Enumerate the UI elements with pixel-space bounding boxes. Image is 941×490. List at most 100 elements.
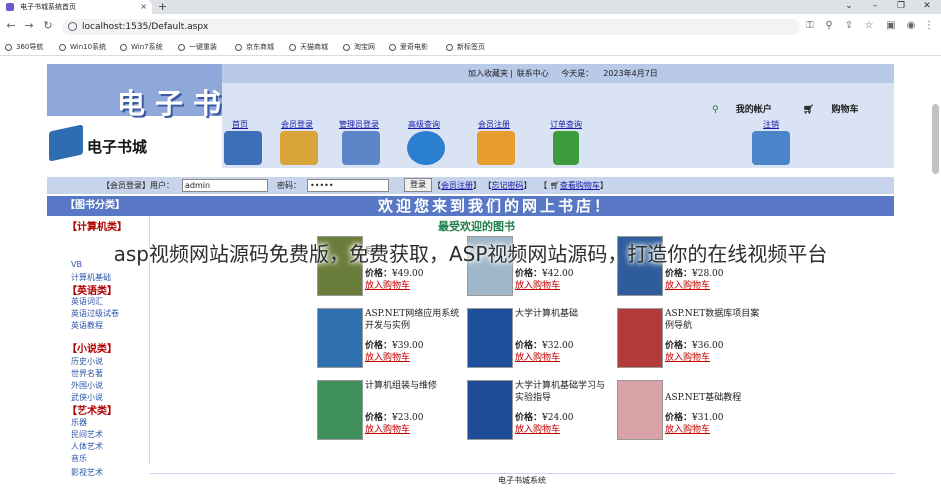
register-link[interactable]: 会员注册 [441,181,473,190]
profile-icon[interactable]: ◉ [904,19,918,33]
nav-register-link[interactable]: 会员注册 [478,119,510,130]
bookmark-item[interactable]: Win10系统 [59,42,106,53]
nav-home-link[interactable]: 首页 [232,119,248,130]
menu-icon[interactable]: ⋮ [922,19,936,33]
nav-logout-link[interactable]: 注销 [763,119,779,130]
order-books-icon[interactable] [553,131,579,165]
logout-icon[interactable] [752,131,790,165]
member-login-icon[interactable] [280,131,318,165]
bookmark-item[interactable]: 天猫商城 [289,42,328,53]
date-value: 2023年4月7日 [603,69,658,78]
account-link[interactable]: ⚲ 我的帐户 [712,105,786,115]
globe-icon [59,44,66,51]
minimize-button[interactable]: – [862,0,888,14]
category-item[interactable]: 影视艺术 [71,467,103,478]
bookmark-item[interactable]: Win7系统 [120,42,163,53]
book-title[interactable]: ASP.NET基础教程 [665,392,761,404]
category-item[interactable]: 乐器 [71,417,87,428]
category-item[interactable]: 英语教程 [71,320,103,331]
globe-icon [235,44,242,51]
home-icon[interactable] [224,131,262,165]
book-cover[interactable] [317,380,363,440]
search-globe-icon[interactable] [407,131,445,165]
category-item[interactable]: 外国小说 [71,380,103,391]
forward-button[interactable]: → [21,18,37,34]
share-icon[interactable]: ⇪ [842,19,856,33]
book-cover[interactable] [617,308,663,368]
book-title[interactable]: ASP.NET数据库项目案例导航 [665,308,761,332]
contact-link[interactable]: 联系中心 [517,69,549,78]
book-cover[interactable] [467,380,513,440]
register-icon[interactable] [477,131,515,165]
category-item[interactable]: 民间艺术 [71,429,103,440]
category-title[interactable]: 【艺术类】 [67,402,117,417]
category-item[interactable]: 人体艺术 [71,441,103,452]
forgot-password-link[interactable]: 忘记密码 [492,181,524,190]
category-item[interactable]: 世界名著 [71,368,103,379]
side-panel-icon[interactable]: ▣ [884,19,898,33]
bookmark-item[interactable]: 新标签页 [446,42,485,53]
category-title[interactable]: 【英语类】 [67,282,117,297]
login-button[interactable]: 登录 [404,178,432,192]
bookmark-item[interactable]: 京东商城 [235,42,274,53]
add-to-cart-link[interactable]: 放入购物车 [365,278,410,291]
site-logo[interactable]: 电子书城 [47,124,172,164]
scrollbar-thumb[interactable] [932,104,939,174]
new-tab-button[interactable]: + [158,0,167,13]
close-window-button[interactable]: ✕ [914,0,940,14]
bookmark-item[interactable]: 淘宝网 [343,42,375,53]
login-label: 【会员登录】用户： [102,181,174,190]
maximize-button[interactable]: ❐ [888,0,914,14]
header-left: 电子书城 电子书城 [47,64,259,168]
add-to-cart-link[interactable]: 放入购物车 [515,422,560,435]
add-to-cart-link[interactable]: 放入购物车 [665,422,710,435]
category-item[interactable]: 历史小说 [71,356,103,367]
cart-link[interactable]: 🛒︎ 购物车 [803,105,873,115]
tab-title: 电子书城系统首页 [20,3,76,11]
bookmark-item[interactable]: 360导航 [5,42,43,53]
book-title[interactable]: 大学计算机基础 [515,308,611,320]
site-info-icon[interactable] [68,22,77,31]
add-to-cart-link[interactable]: 放入购物车 [665,278,710,291]
category-title[interactable]: 【计算机类】 [67,218,127,233]
book-title[interactable]: 大学计算机基础学习与实验指导 [515,380,611,404]
username-input[interactable]: admin [182,179,268,192]
book-title[interactable]: ASP.NET网络应用系统开发与实例 [365,308,461,332]
add-to-cart-link[interactable]: 放入购物车 [515,350,560,363]
tab-active[interactable]: 电子书城系统首页 × [0,0,152,14]
book-cover[interactable] [467,308,513,368]
add-to-cart-link[interactable]: 放入购物车 [515,278,560,291]
add-to-cart-link[interactable]: 放入购物车 [365,422,410,435]
category-item[interactable]: 音乐 [71,453,87,464]
category-title[interactable]: 【小说类】 [67,340,117,355]
bookmark-item[interactable]: 爱奇电影 [389,42,428,53]
site-footer: 电子书城系统 [150,473,894,486]
nav-admin-login-link[interactable]: 管理员登录 [339,119,379,130]
book-cover[interactable] [317,308,363,368]
password-input[interactable]: ••••• [307,179,389,192]
nav-advanced-search-link[interactable]: 高级查询 [408,119,440,130]
browser-toolbar: ← → ↻ localhost:1535/Default.aspx ⚿ ⚲ ⇪ … [0,14,941,39]
book-title[interactable]: 计算机组装与维修 [365,380,461,392]
zoom-icon[interactable]: ⚲ [822,19,836,33]
nav-member-login-link[interactable]: 会员登录 [281,119,313,130]
bookmark-item[interactable]: 一键重装 [178,42,217,53]
bookmark-star-icon[interactable]: ☆ [862,19,876,33]
book-cover[interactable] [617,380,663,440]
admin-login-icon[interactable] [342,131,380,165]
address-bar[interactable]: localhost:1535/Default.aspx [62,19,800,35]
add-to-cart-link[interactable]: 放入购物车 [365,350,410,363]
category-item[interactable]: 英语词汇 [71,296,103,307]
book-card: 大学计算机基础学习与实验指导 价格：¥24.00 放入购物车 [467,380,613,446]
add-to-cart-link[interactable]: 放入购物车 [665,350,710,363]
tab-close-icon[interactable]: × [140,0,147,14]
nav-order-query-link[interactable]: 订单查询 [550,119,582,130]
key-icon[interactable]: ⚿ [803,19,817,33]
category-item[interactable]: 英语过级试卷 [71,308,119,319]
back-button[interactable]: ← [3,18,19,34]
add-favorites-link[interactable]: 加入收藏夹 [468,69,508,78]
view-cart-link[interactable]: 查看购物车 [560,181,600,190]
account-cart-area: ⚲ 我的帐户 🛒︎ 购物车 [712,102,886,115]
reload-button[interactable]: ↻ [40,18,56,34]
tab-search-button[interactable]: ⌄ [836,0,862,14]
